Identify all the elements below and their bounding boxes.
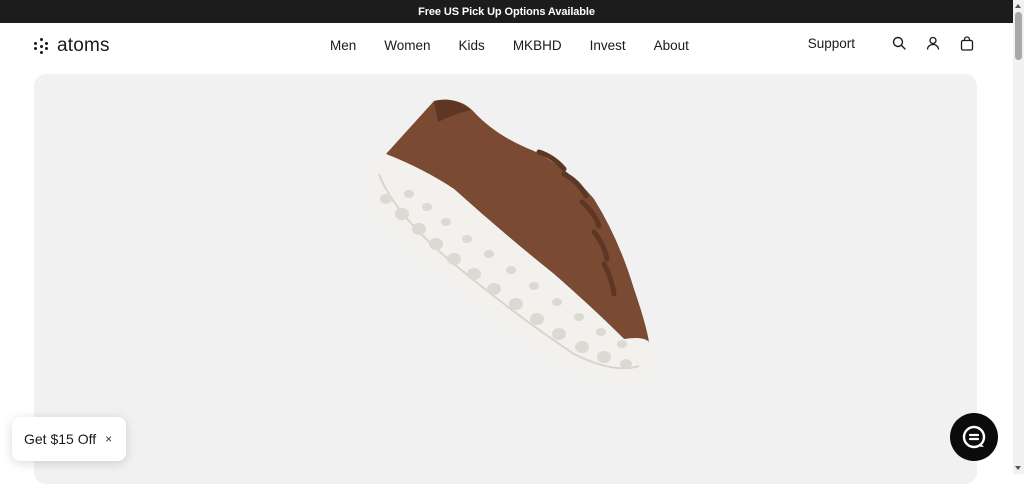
hero-banner — [34, 74, 977, 484]
header-tools: Support — [808, 35, 975, 51]
nav-item-about[interactable]: About — [654, 38, 689, 53]
main-nav: Men Women Kids MKBHD Invest About — [330, 38, 717, 53]
atoms-logo-icon — [33, 38, 49, 54]
close-icon[interactable]: × — [105, 432, 112, 446]
scrollbar[interactable] — [1013, 0, 1024, 474]
sneaker-product-image — [362, 99, 655, 383]
logo[interactable]: atoms — [33, 35, 110, 57]
bag-icon[interactable] — [959, 35, 975, 51]
search-icon[interactable] — [891, 35, 907, 51]
chat-icon — [962, 425, 986, 449]
account-icon[interactable] — [925, 35, 941, 51]
nav-item-mkbhd[interactable]: MKBHD — [513, 38, 562, 53]
site-header: atoms Men Women Kids MKBHD Invest About … — [0, 23, 1013, 69]
nav-item-men[interactable]: Men — [330, 38, 356, 53]
scroll-down-arrow-icon[interactable] — [1015, 466, 1021, 470]
nav-item-kids[interactable]: Kids — [459, 38, 485, 53]
promo-label[interactable]: Get $15 Off — [24, 431, 96, 447]
scroll-up-arrow-icon[interactable] — [1015, 4, 1021, 8]
promo-popup[interactable]: Get $15 Off × — [12, 417, 126, 461]
nav-item-women[interactable]: Women — [384, 38, 430, 53]
scroll-thumb[interactable] — [1015, 12, 1022, 60]
nav-item-invest[interactable]: Invest — [590, 38, 626, 53]
logo-text: atoms — [57, 35, 110, 56]
support-link[interactable]: Support — [808, 36, 855, 51]
announcement-bar: Free US Pick Up Options Available — [0, 0, 1013, 23]
announcement-text: Free US Pick Up Options Available — [418, 5, 595, 18]
chat-button[interactable] — [950, 413, 998, 461]
